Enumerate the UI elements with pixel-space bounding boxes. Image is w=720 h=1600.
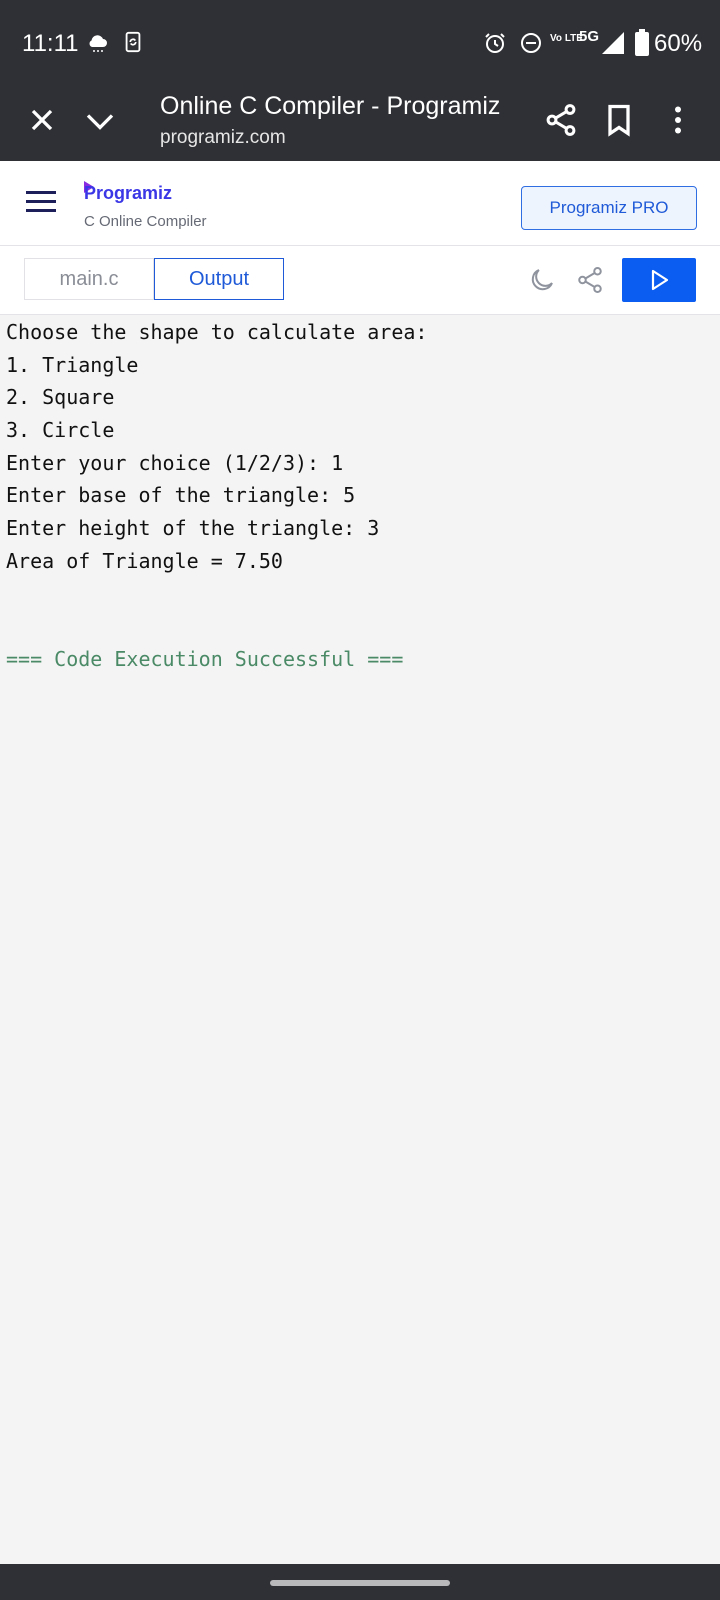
hamburger-menu-icon[interactable] xyxy=(24,187,58,217)
page-url[interactable]: programiz.com xyxy=(160,127,286,149)
do-not-disturb-icon xyxy=(521,33,541,53)
screen-rotate-icon xyxy=(125,31,141,53)
output-line: Enter base of the triangle: 5 xyxy=(6,483,356,508)
status-time: 11:11 xyxy=(22,30,79,57)
browser-toolbar: Online C Compiler - Programiz programiz.… xyxy=(0,84,720,161)
output-line: Enter height of the triangle: 3 xyxy=(6,516,380,541)
volte-indicator: Vo LTE xyxy=(550,33,583,44)
page-title: Online C Compiler - Programiz xyxy=(160,92,501,120)
home-gesture-handle[interactable] xyxy=(270,1580,450,1586)
output-console: Choose the shape to calculate area: 1. T… xyxy=(6,316,714,675)
compiler-toolbar: main.c Output xyxy=(0,246,720,315)
site-subtitle: C Online Compiler xyxy=(84,213,207,230)
battery-icon xyxy=(635,29,649,56)
battery-level: 60% xyxy=(654,30,703,57)
navigation-bar xyxy=(0,1564,720,1600)
output-line: Enter your choice (1/2/3): 1 xyxy=(6,450,344,475)
output-line: Area of Triangle = 7.50 xyxy=(6,548,283,573)
chevron-down-icon[interactable] xyxy=(82,102,118,138)
share-code-icon[interactable] xyxy=(575,265,605,295)
network-type: 5G xyxy=(579,28,600,45)
tab-main-c[interactable]: main.c xyxy=(24,258,154,300)
programiz-pro-button[interactable]: Programiz PRO xyxy=(521,186,697,230)
tab-output[interactable]: Output xyxy=(154,258,284,300)
alarm-icon xyxy=(485,33,505,53)
output-line: 1. Triangle xyxy=(6,352,139,377)
site-brand[interactable]: Programiz xyxy=(84,183,172,204)
more-vert-icon[interactable] xyxy=(660,102,696,138)
output-line: 2. Square xyxy=(6,385,115,410)
share-icon[interactable] xyxy=(543,102,579,138)
output-line: Choose the shape to calculate area: xyxy=(6,320,428,344)
execution-success-message: === Code Execution Successful === xyxy=(6,646,404,671)
status-bar: 11:11 Vo LTE 5G 60% xyxy=(0,0,720,84)
weather-cloud-icon xyxy=(89,35,107,52)
signal-icon xyxy=(602,32,624,54)
run-button[interactable] xyxy=(622,258,696,302)
site-header: Programiz C Online Compiler Programiz PR… xyxy=(0,161,720,246)
play-icon xyxy=(651,269,669,291)
dark-mode-icon[interactable] xyxy=(527,265,557,295)
close-icon[interactable] xyxy=(24,102,60,138)
bookmark-icon[interactable] xyxy=(601,102,637,138)
output-line: 3. Circle xyxy=(6,418,115,443)
